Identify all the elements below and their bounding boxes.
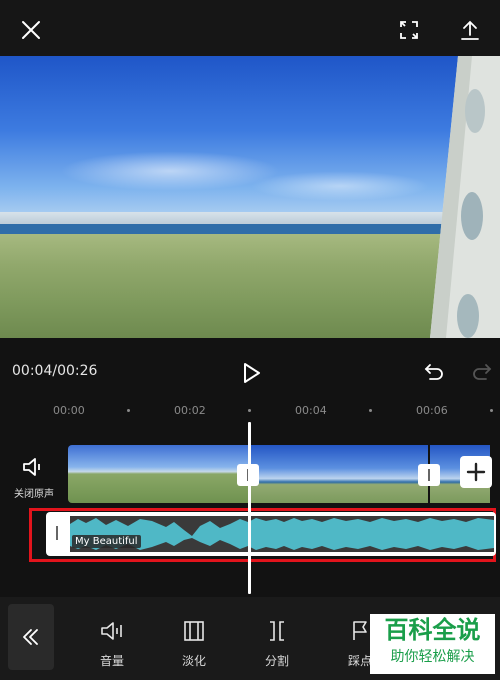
- flag-icon: [353, 621, 367, 640]
- time-display: 00:04/00:26: [12, 363, 98, 379]
- video-preview[interactable]: [0, 56, 500, 338]
- mute-original-label[interactable]: 关闭原声: [14, 485, 54, 500]
- tool-label: 淡化: [181, 654, 206, 668]
- fade-icon: [184, 621, 204, 641]
- plus-icon[interactable]: [460, 456, 492, 488]
- watermark-subtitle: 助你轻松解决: [390, 649, 475, 665]
- tool-split[interactable]: 分割: [247, 620, 307, 669]
- speaker-icon[interactable]: [20, 455, 50, 481]
- ruler-tick-label: 00:06: [416, 404, 448, 417]
- ruler-dot: [127, 409, 130, 412]
- playhead[interactable]: [248, 422, 251, 594]
- tower-structure: [430, 56, 500, 338]
- transition-handle[interactable]: [418, 464, 440, 486]
- redo-icon[interactable]: [470, 360, 494, 384]
- tool-fade[interactable]: 淡化: [164, 620, 224, 669]
- ruler-dot: [248, 409, 251, 412]
- audio-clip[interactable]: My Beautiful: [46, 512, 496, 556]
- ruler-dot: [369, 409, 372, 412]
- top-bar: [0, 0, 500, 56]
- audio-trim-handle[interactable]: [56, 526, 58, 540]
- split-icon: [270, 621, 284, 641]
- tool-volume[interactable]: 音量: [82, 620, 142, 669]
- export-icon[interactable]: [456, 16, 484, 44]
- tool-label: 音量: [99, 654, 124, 668]
- fullscreen-icon[interactable]: [395, 16, 423, 44]
- double-chevron-left-icon[interactable]: [8, 604, 54, 670]
- volume-icon: [101, 622, 122, 640]
- undo-icon[interactable]: [422, 360, 446, 384]
- watermark-title: 百科全说: [384, 616, 481, 644]
- watermark: 百科全说 助你轻松解决: [370, 614, 495, 674]
- ruler-tick-label: 00:02: [174, 404, 206, 417]
- audio-clip-label: My Beautiful: [72, 535, 141, 548]
- ruler-dot: [490, 409, 493, 412]
- play-icon[interactable]: [238, 360, 264, 386]
- ruler-tick-label: 00:00: [53, 404, 85, 417]
- tool-label: 分割: [264, 654, 289, 668]
- close-icon[interactable]: [17, 16, 45, 44]
- ruler-tick-label: 00:04: [295, 404, 327, 417]
